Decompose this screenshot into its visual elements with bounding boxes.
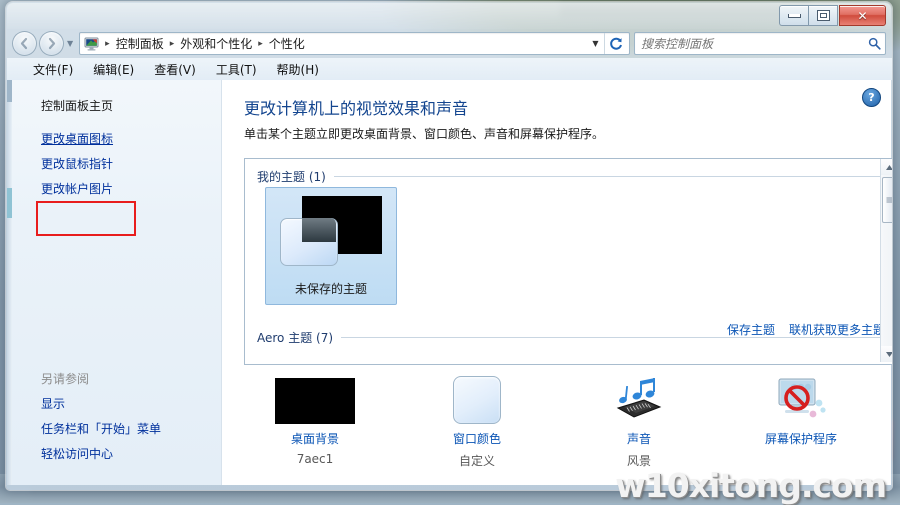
sidebar-item-display[interactable]: 显示 [41,392,161,417]
setting-label-desktop-background[interactable]: 桌面背景 [291,430,339,447]
forward-arrow-icon [48,37,56,50]
menu-edit[interactable]: 编辑(E) [83,59,144,80]
sidebar-item-control-panel-home[interactable]: 控制面板主页 [41,94,221,119]
control-panel-window: ✕ ▼ ▸ 控制面板 ▸ 外观和个性化 ▸ 个性化 ▼ 搜索控制面板 文件(F)… [6,2,892,490]
group-divider [333,176,882,177]
breadcrumb: ▸ 控制面板 ▸ 外观和个性化 ▸ 个性化 [102,35,308,52]
group-divider-2 [341,337,882,338]
sidebar-top-links: 控制面板主页 更改桌面图标 更改鼠标指针 更改帐户图片 [7,80,221,202]
menu-bar: 文件(F) 编辑(E) 查看(V) 工具(T) 帮助(H) [7,58,892,80]
menu-file[interactable]: 文件(F) [23,59,83,80]
themes-scrollbar[interactable] [880,159,892,362]
sidebar-item-change-mouse-pointers[interactable]: 更改鼠标指针 [41,152,221,177]
sound-icon [610,372,668,424]
search-box[interactable] [634,32,886,55]
sidebar-item-change-desktop-icons[interactable]: 更改桌面图标 [41,127,221,152]
sidebar-scroll-thumb-top[interactable] [7,80,12,102]
sidebar-see-also: 另请参阅 显示 任务栏和「开始」菜单 轻松访问中心 [41,366,161,467]
sidebar-item-taskbar-start-menu[interactable]: 任务栏和「开始」菜单 [41,417,161,442]
breadcrumb-sep-0: ▸ [105,38,110,49]
group-label-my-themes: 我的主题 (1) [257,170,326,184]
breadcrumb-item-0[interactable]: 控制面板 [113,35,167,52]
highlight-annotation-box [36,201,136,236]
setting-label-screen-saver[interactable]: 屏幕保护程序 [765,430,837,447]
theme-settings-row: 桌面背景 7aec1 窗口颜色 自定义 声音 风景 屏幕保护程序 [234,372,892,469]
wallpaper-icon [275,372,355,424]
setting-label-window-color[interactable]: 窗口颜色 [453,430,501,447]
setting-screen-saver[interactable]: 屏幕保护程序 [720,372,882,469]
menu-help[interactable]: 帮助(H) [267,59,329,80]
sidebar-item-ease-of-access-center[interactable]: 轻松访问中心 [41,442,161,467]
menu-tools[interactable]: 工具(T) [206,59,267,80]
minimize-button[interactable] [779,5,808,26]
close-button[interactable]: ✕ [839,5,886,26]
sidebar-scrollbar[interactable] [7,80,12,485]
themes-list-box: 我的主题 (1) 未保存的主题 保存主题 联机获取更多主题 Aero 主题 (7… [244,158,892,365]
main-pane: ? 更改计算机上的视觉效果和声音 单击某个主题立即更改桌面背景、窗口颜色、声音和… [222,80,892,485]
see-also-header: 另请参阅 [41,372,90,386]
address-dropdown-button[interactable]: ▼ [587,34,604,53]
screensaver-icon [771,372,831,424]
group-header-aero-themes: Aero 主题 (7) [257,329,882,346]
window-color-icon [453,372,501,424]
close-icon: ✕ [857,8,868,23]
refresh-icon [610,37,622,50]
setting-window-color[interactable]: 窗口颜色 自定义 [396,372,558,469]
sidebar-scroll-thumb[interactable] [7,188,12,218]
setting-label-sound[interactable]: 声音 [627,430,651,447]
group-header-my-themes: 我的主题 (1) [257,168,882,185]
breadcrumb-sep-2: ▸ [258,38,263,49]
control-panel-icon [84,37,99,51]
theme-name: 未保存的主题 [294,282,367,296]
scroll-down-icon[interactable] [881,346,892,362]
thumbnail-window-glass [302,218,336,242]
title-bar[interactable]: ✕ [6,2,892,29]
sidebar: 控制面板主页 更改桌面图标 更改鼠标指针 更改帐户图片 另请参阅 显示 任务栏和… [7,80,222,485]
window-controls: ✕ [779,5,886,26]
breadcrumb-sep-1: ▸ [169,38,175,49]
setting-desktop-background[interactable]: 桌面背景 7aec1 [234,372,396,469]
sidebar-item-change-account-picture[interactable]: 更改帐户图片 [41,177,221,202]
setting-value-window-color: 自定义 [458,454,495,468]
help-icon[interactable]: ? [862,88,881,107]
menu-view[interactable]: 查看(V) [144,59,206,80]
theme-item-unsaved[interactable]: 未保存的主题 [265,187,397,305]
scroll-up-icon[interactable] [881,159,892,175]
setting-value-desktop-background: 7aec1 [296,452,334,466]
theme-thumbnail [280,196,382,266]
address-bar[interactable]: ▸ 控制面板 ▸ 外观和个性化 ▸ 个性化 ▼ [79,32,630,55]
content-area: 控制面板主页 更改桌面图标 更改鼠标指针 更改帐户图片 另请参阅 显示 任务栏和… [7,80,892,485]
search-icon[interactable] [868,37,881,50]
watermark: w10xitong.com [615,466,887,505]
maximize-button[interactable] [808,5,838,26]
maximize-icon [816,10,830,21]
refresh-button[interactable] [604,33,627,54]
themes-scroll-thumb[interactable] [882,177,892,223]
back-button[interactable] [12,31,37,56]
navigation-bar: ▼ ▸ 控制面板 ▸ 外观和个性化 ▸ 个性化 ▼ 搜索控制面板 [6,29,892,58]
page-title: 更改计算机上的视觉效果和声音 [244,99,469,118]
breadcrumb-item-2[interactable]: 个性化 [266,35,308,52]
recent-pages-button[interactable]: ▼ [67,39,73,48]
minimize-icon [787,13,801,18]
breadcrumb-item-1[interactable]: 外观和个性化 [177,35,255,52]
search-input[interactable] [639,35,868,52]
page-subtitle: 单击某个主题立即更改桌面背景、窗口颜色、声音和屏幕保护程序。 [244,127,605,141]
setting-sound[interactable]: 声音 风景 [558,372,720,469]
scroll-grip-icon [886,197,892,203]
back-arrow-icon [20,37,28,50]
group-label-aero-themes: Aero 主题 (7) [257,331,334,345]
forward-button[interactable] [39,31,64,56]
